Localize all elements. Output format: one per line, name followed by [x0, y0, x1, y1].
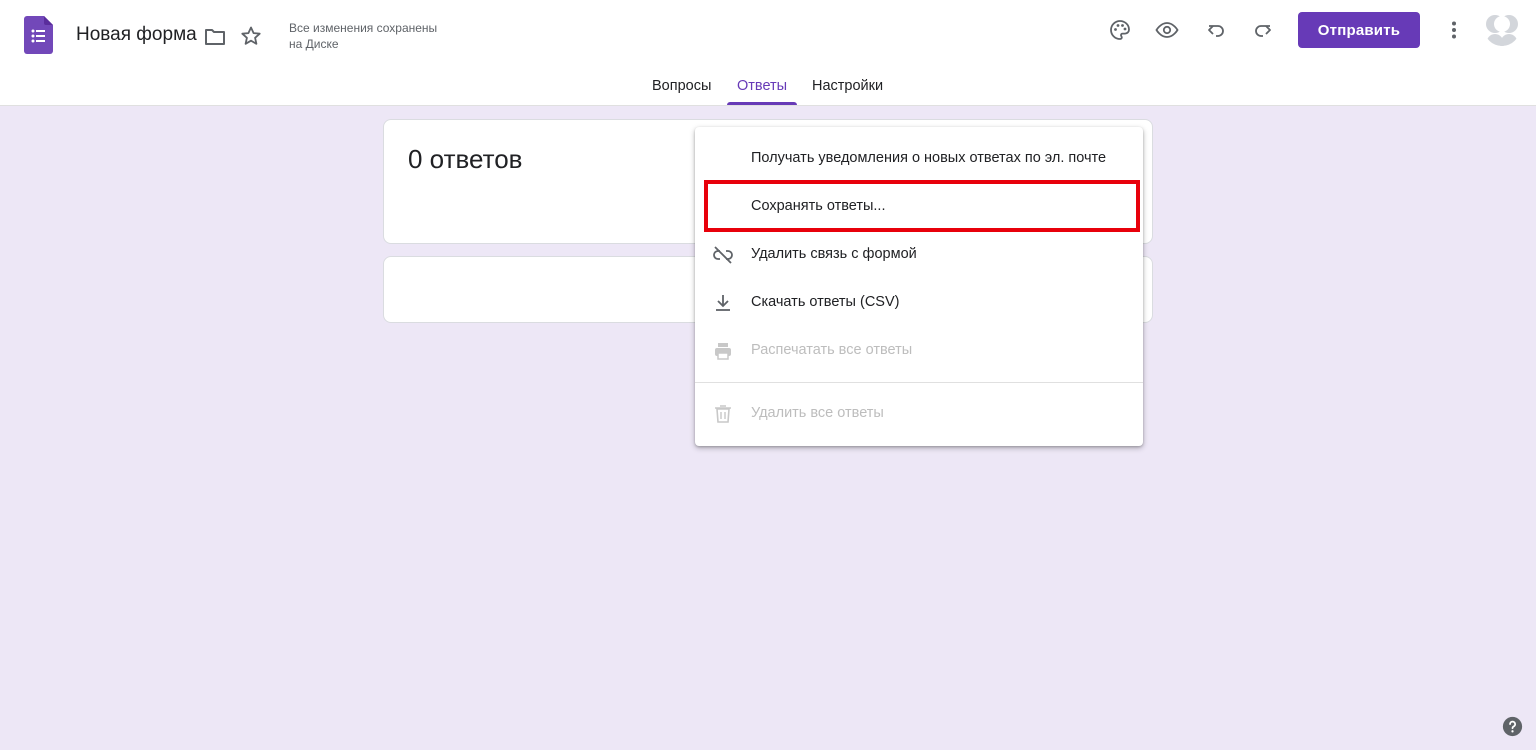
- responses-options-menu: Получать уведомления о новых ответах по …: [695, 127, 1143, 446]
- menu-item-delete-all[interactable]: Удалить все ответы: [695, 390, 1143, 438]
- menu-divider: [695, 382, 1143, 383]
- save-status-line2: на Диске: [289, 37, 339, 51]
- folder-icon[interactable]: [203, 25, 227, 49]
- more-vert-icon[interactable]: [1442, 18, 1466, 42]
- help-icon[interactable]: [1502, 716, 1523, 737]
- forms-logo-icon[interactable]: [24, 16, 53, 54]
- save-status-line1: Все изменения сохранены: [289, 21, 438, 35]
- tab-bar: Вопросы Ответы Настройки: [0, 70, 1536, 106]
- active-tab-indicator: [727, 102, 797, 105]
- avatar[interactable]: [1484, 10, 1520, 46]
- preview-eye-icon[interactable]: [1155, 18, 1179, 42]
- tab-questions[interactable]: Вопросы: [652, 78, 711, 106]
- menu-item-save-responses[interactable]: Сохранять ответы...: [695, 183, 1143, 231]
- menu-item-download-csv[interactable]: Скачать ответы (CSV): [695, 279, 1143, 327]
- responses-count: 0 ответов: [408, 144, 523, 174]
- avatar-silhouette-icon: [1484, 10, 1520, 46]
- redo-icon[interactable]: [1251, 18, 1275, 42]
- menu-item-label: Распечатать все ответы: [751, 342, 913, 358]
- top-header: Новая форма Все изменения сохранены на Д…: [0, 0, 1536, 106]
- menu-item-unlink-form[interactable]: Удалить связь с формой: [695, 231, 1143, 279]
- download-icon: [716, 295, 730, 311]
- form-title[interactable]: Новая форма: [76, 24, 197, 46]
- menu-item-email-notifications[interactable]: Получать уведомления о новых ответах по …: [695, 135, 1143, 183]
- menu-item-label: Получать уведомления о новых ответах по …: [751, 150, 1107, 166]
- menu-item-label: Скачать ответы (CSV): [751, 294, 900, 310]
- send-button[interactable]: Отправить: [1298, 12, 1420, 48]
- menu-item-label: Удалить связь с формой: [751, 246, 917, 262]
- trash-icon: [715, 405, 731, 423]
- tab-settings[interactable]: Настройки: [812, 78, 883, 106]
- menu-item-label: Сохранять ответы...: [751, 198, 886, 214]
- menu-item-print-all[interactable]: Распечатать все ответы: [695, 327, 1143, 375]
- unlink-icon: [713, 246, 733, 264]
- menu-item-label: Удалить все ответы: [751, 405, 884, 421]
- save-status: Все изменения сохранены на Диске: [289, 20, 469, 52]
- palette-icon[interactable]: [1108, 18, 1132, 42]
- star-icon[interactable]: [239, 24, 263, 48]
- print-icon: [715, 343, 731, 360]
- undo-icon[interactable]: [1204, 18, 1228, 42]
